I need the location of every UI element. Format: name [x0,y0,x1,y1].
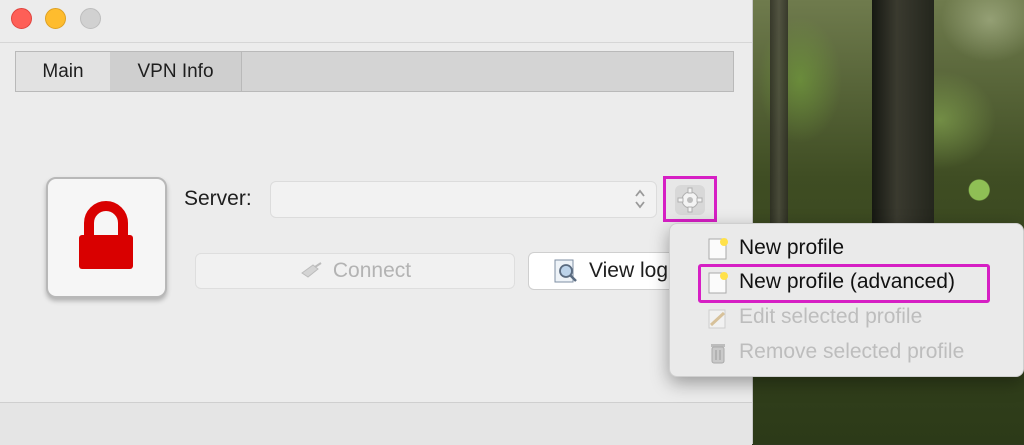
menu-item-label: New profile [739,236,845,259]
menu-item-edit-selected-profile[interactable]: Edit selected profile [670,300,1023,334]
chevron-updown-icon [635,189,645,209]
pencil-icon [708,309,726,329]
menu-item-remove-selected-profile[interactable]: Remove selected profile [670,335,1023,369]
tab-vpn-info[interactable]: VPN Info [110,52,242,91]
tab-main[interactable]: Main [16,52,111,91]
gear-dropdown-menu: New profile New profile (advanced) Edit … [669,223,1024,377]
menu-item-new-profile[interactable]: New profile [670,231,1023,265]
settings-gear-button[interactable] [663,176,717,222]
magnifier-document-icon [554,259,577,283]
plug-icon [301,262,322,278]
view-log-label: View log [589,259,668,282]
connect-button[interactable]: Connect [195,253,515,289]
connection-status-icon [46,177,167,298]
connect-label: Connect [332,259,412,282]
minimize-window-button[interactable] [45,8,66,29]
lock-icon [79,201,133,269]
gear-icon [677,187,703,213]
close-window-button[interactable] [11,8,32,29]
app-window: Main VPN Info Server: Connect View log [0,0,760,445]
new-document-icon [708,238,728,260]
tab-bar: Main VPN Info [15,51,734,92]
server-select[interactable] [270,181,657,218]
menu-item-label: New profile (advanced) [739,270,955,293]
zoom-window-button[interactable] [80,8,101,29]
trash-icon [711,344,725,364]
menu-item-new-profile-advanced[interactable]: New profile (advanced) [670,265,1023,299]
new-document-icon [708,272,728,294]
menu-item-label: Edit selected profile [739,305,923,328]
status-bar [0,402,752,445]
title-bar [0,0,752,43]
server-label: Server: [184,187,252,210]
menu-item-label: Remove selected profile [739,340,965,363]
